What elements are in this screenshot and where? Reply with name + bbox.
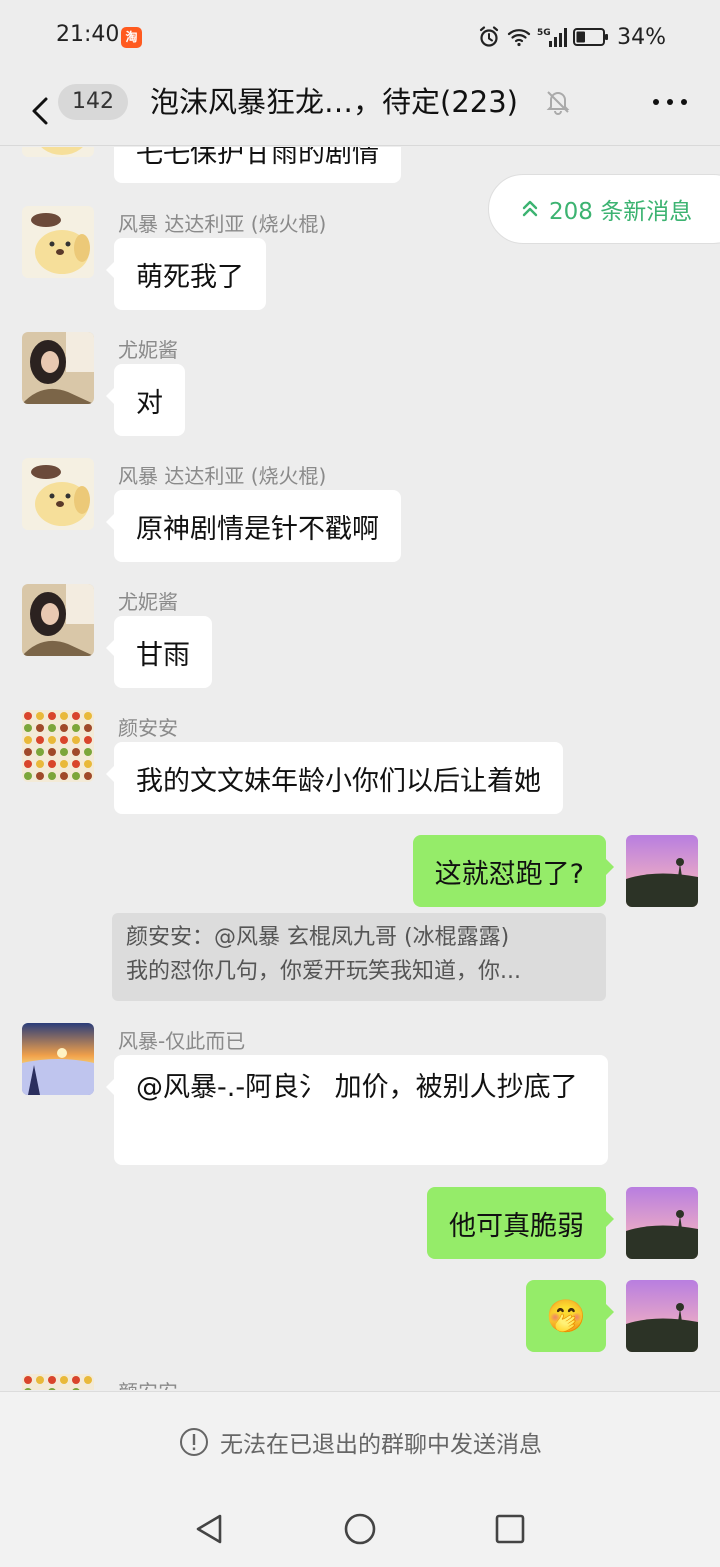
message-bubble[interactable]: 我的文文妹年龄小你们以后让着她 xyxy=(106,742,563,814)
dog-avatar-icon xyxy=(22,458,94,530)
self-avatar[interactable] xyxy=(626,1187,698,1259)
avatar[interactable] xyxy=(22,458,94,530)
message-text: 甘雨 xyxy=(136,639,190,671)
message-bubble[interactable]: 萌死我了 xyxy=(106,238,266,310)
battery-icon xyxy=(573,28,609,46)
sender-name: 风暴 达达利亚 (烧火棍) xyxy=(118,464,327,488)
message-text: 我的文文妹年龄小你们以后让着她 xyxy=(136,765,541,797)
sunset-avatar-icon xyxy=(626,1187,698,1259)
info-circle-icon xyxy=(180,1427,208,1456)
bell-muted-icon xyxy=(546,91,570,115)
message-bubble-self[interactable]: 他可真脆弱 xyxy=(427,1187,614,1259)
message-bubble-self[interactable]: 这就怼跑了? xyxy=(412,835,615,907)
emoji-sticker: 🤭 xyxy=(546,1297,586,1335)
exited-group-notice: 无法在已退出的群聊中发送消息 xyxy=(0,1391,720,1491)
message-text: 原神剧情是针不戳啊 xyxy=(136,513,379,545)
message-bubble[interactable]: 乇乇保护甘雨的剧情 xyxy=(114,147,401,183)
dog-avatar-icon xyxy=(22,147,94,157)
avatar[interactable] xyxy=(22,1023,94,1095)
sunset-avatar-icon xyxy=(626,835,698,907)
message-bubble[interactable]: 原神剧情是针不戳啊 xyxy=(106,490,401,562)
dog-avatar-icon xyxy=(22,206,94,278)
message-text: 他可真脆弱 xyxy=(449,1210,584,1242)
message-list[interactable]: 乇乇保护甘雨的剧情 风暴 达达利亚 (烧火棍) 萌死我了 尤妮酱 对 风暴 达达… xyxy=(0,147,720,1390)
chat-header: 142 泡沫风暴狂龙…，待定(223) xyxy=(0,76,720,146)
avatar[interactable] xyxy=(22,206,94,278)
message-text: 这就怼跑了? xyxy=(434,858,584,890)
taobao-icon: 淘 xyxy=(121,27,142,48)
avatar[interactable] xyxy=(22,147,94,157)
unread-count-badge[interactable]: 142 xyxy=(58,84,128,120)
svg-text:5G: 5G xyxy=(537,28,551,38)
more-icon[interactable] xyxy=(650,88,690,116)
home-circle-icon[interactable] xyxy=(342,1511,378,1547)
quote-line: 我的怼你几句，你爱开玩笑我知道，你... xyxy=(126,959,521,984)
message-text: 对 xyxy=(136,387,163,419)
double-chevron-up-icon xyxy=(522,200,538,217)
avatar[interactable] xyxy=(22,710,94,782)
message-bubble[interactable]: 对 xyxy=(106,364,185,436)
girl-avatar-icon xyxy=(22,584,94,656)
avatar[interactable] xyxy=(22,1374,94,1390)
girl-avatar-icon xyxy=(22,332,94,404)
self-avatar[interactable] xyxy=(626,835,698,907)
fruit-grid-avatar-icon xyxy=(22,1374,94,1390)
status-icons: 5G 34% xyxy=(477,22,666,52)
battery-percent: 34% xyxy=(617,24,666,50)
recents-square-icon[interactable] xyxy=(492,1511,528,1547)
avatar[interactable] xyxy=(22,584,94,656)
back-arrow-icon[interactable] xyxy=(26,86,56,136)
sender-name: 风暴 达达利亚 (烧火棍) xyxy=(118,212,327,236)
sender-name: 颜安安 xyxy=(118,1376,178,1390)
sunset-avatar-icon xyxy=(626,1280,698,1352)
status-bar: 21:40 淘 5G 34% xyxy=(0,0,720,76)
message-text: 萌死我了 xyxy=(136,261,244,293)
notice-text: 无法在已退出的群聊中发送消息 xyxy=(220,1431,542,1458)
message-bubble[interactable]: @风暴-.-阿良氵 加价，被别人抄底了 xyxy=(106,1055,608,1165)
snow-sunset-avatar-icon xyxy=(22,1023,94,1095)
message-text: @风暴-.-阿良氵 加价，被别人抄底了 xyxy=(136,1072,578,1103)
chat-title: 泡沫风暴狂龙…，待定(223) xyxy=(150,85,518,119)
back-triangle-icon[interactable] xyxy=(192,1511,228,1547)
new-messages-label: 208 条新消息 xyxy=(549,199,693,225)
message-text: 乇乇保护甘雨的剧情 xyxy=(136,147,379,169)
system-navigation-bar xyxy=(0,1491,720,1567)
sender-name: 尤妮酱 xyxy=(118,338,178,362)
quote-line: 颜安安：@风暴 玄棍凤九哥 (冰棍露露) xyxy=(126,925,510,950)
alarm-icon xyxy=(479,26,499,47)
quoted-message[interactable]: 颜安安：@风暴 玄棍凤九哥 (冰棍露露) 我的怼你几句，你爱开玩笑我知道，你..… xyxy=(112,913,606,1001)
sender-name: 风暴-仅此而已 xyxy=(118,1029,246,1053)
sender-name: 颜安安 xyxy=(118,716,178,740)
signal-5g-icon: 5G xyxy=(537,28,568,47)
message-bubble-self[interactable]: 🤭 xyxy=(526,1280,614,1352)
new-messages-button[interactable]: 208 条新消息 xyxy=(488,174,720,244)
sender-name: 尤妮酱 xyxy=(118,590,178,614)
self-avatar[interactable] xyxy=(626,1280,698,1352)
clock: 21:40 xyxy=(56,22,120,47)
message-bubble[interactable]: 甘雨 xyxy=(106,616,212,688)
avatar[interactable] xyxy=(22,332,94,404)
wifi-icon xyxy=(507,29,531,47)
fruit-grid-avatar-icon xyxy=(22,710,94,782)
